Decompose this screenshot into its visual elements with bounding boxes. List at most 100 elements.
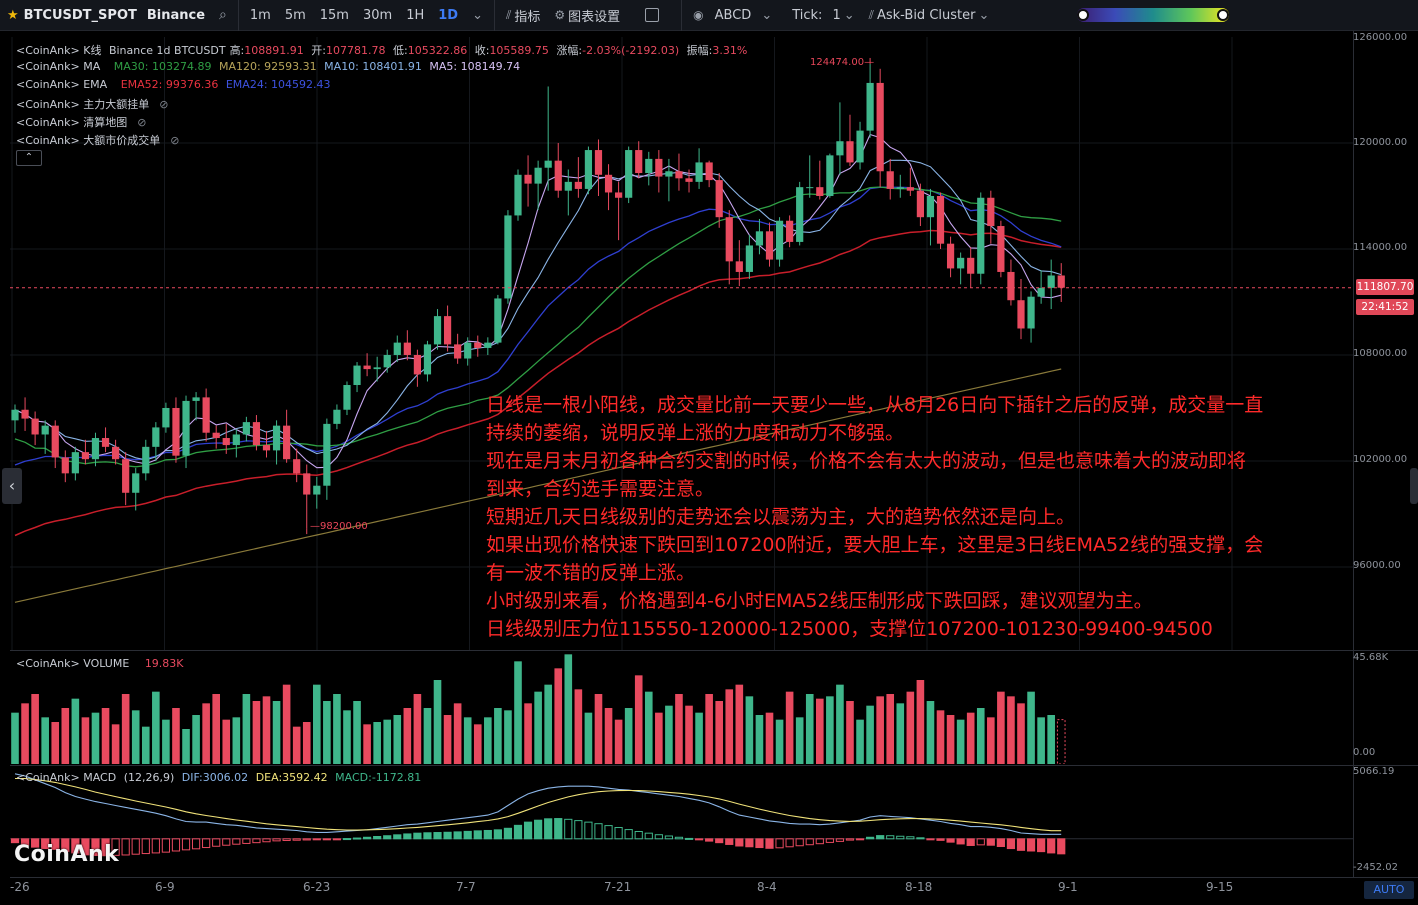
macd-histogram-bar [453,831,462,840]
ema24-value: EMA24: 104592.43 [225,78,331,91]
volume-bar [152,691,160,764]
chevron-down-icon: ⌄ [843,7,855,23]
candle-body [423,344,432,375]
toolbar-divider [237,0,239,31]
volume-bar [534,691,542,764]
candle-body [252,422,261,446]
volume-bar [795,717,804,764]
layout-selector[interactable]: ◉ ABCD ⌄ [686,0,779,31]
macd-histogram-bar [725,838,734,845]
candle-body [665,171,673,177]
annotation-line: 有一波不错的反弹上涨。 [486,562,696,584]
candle-body [242,422,250,435]
candle-body [625,150,633,198]
hidden-indicator-orderbook[interactable]: <CoinAnk> 主力大额挂单 ⊘ [16,96,172,112]
fullscreen-button[interactable] [627,0,677,31]
volume-bar [695,712,703,764]
annotation-line: 如果出现价格快速下跌回到107200附近，要大胆上车，这里是3日线EMA52线的… [486,534,1264,556]
macd-hist: MACD:-1172.81 [335,771,422,784]
volume-tick: 45.68K [1353,652,1389,663]
candle-body [283,425,291,460]
slider-handle-right[interactable] [1217,9,1229,21]
interval-dropdown[interactable]: ⌄ [465,0,490,31]
eye-icon: ◉ [693,8,704,22]
volume-chart[interactable] [10,652,1353,764]
annotation-line: 日线级别压力位115550-120000-125000，支撑位107200-10… [486,618,1213,640]
eye-off-icon[interactable]: ⊘ [170,134,179,147]
macd-histogram-bar [1026,838,1036,852]
candle-body [685,178,693,182]
date-tick: 9-15 [1206,880,1234,894]
slider-handle-left[interactable] [1077,9,1089,21]
macd-histogram-bar [191,838,201,850]
macd-histogram-bar [272,838,281,842]
interval-5m[interactable]: 5m [278,0,313,31]
volume-bar [121,694,130,764]
volume-bar [222,719,231,764]
candle-body [122,459,130,493]
high-marker-value: 124474.00 [810,57,865,68]
pane-divider[interactable] [10,650,1418,651]
cluster-selector[interactable]: ⫽ Ask-Bid Cluster ⌄ [862,0,997,31]
macd-histogram-bar [413,832,422,840]
macd-histogram-bar [202,838,211,849]
scroll-right-button[interactable] [1410,468,1418,504]
chart-settings-button[interactable]: ⚙ 图表设置 [547,0,627,31]
eye-off-icon[interactable]: ⊘ [137,116,146,129]
interval-1m[interactable]: 1m [243,0,278,31]
interval-1h[interactable]: 1H [399,0,431,31]
date-tick: 7-7 [456,880,476,894]
volume-bar [966,712,975,764]
collapse-legend-button[interactable]: ⌃ [16,150,42,166]
volume-bar [393,715,402,764]
candle-body [11,409,19,421]
volume-bar [403,708,412,764]
macd-histogram-bar [363,836,372,840]
macd-histogram-bar [1057,838,1066,855]
symbol-selector[interactable]: ★ BTCUSDT_SPOT Binance ⌕ [0,0,234,31]
ema-legend: <CoinAnk> EMA EMA52: 99376.36 EMA24: 104… [16,78,335,91]
indicators-button[interactable]: ⫽ 指标 [499,0,547,31]
volume-bar [494,708,502,764]
macd-histogram-bar [403,833,412,840]
interval-30m[interactable]: 30m [356,0,399,31]
macd-histogram-bar [513,824,523,840]
tick-selector[interactable]: Tick: 1 ⌄ [785,0,861,31]
eye-off-icon[interactable]: ⊘ [159,98,168,111]
macd-histogram-bar [624,829,633,840]
candle-body [886,171,894,189]
candle-body [293,459,301,474]
price-tick: 102000.00 [1353,454,1408,465]
hidden-indicator-large-trades[interactable]: <CoinAnk> 大额市价成交单 ⊘ [16,132,183,148]
auto-scale-button[interactable]: AUTO [1364,881,1414,899]
macd-histogram-bar [705,838,714,842]
volume-bar [524,703,532,764]
candle-body [645,158,653,174]
macd-legend: <CoinAnk> MACD (12,26,9) DIF:3006.02 DEA… [16,771,425,784]
candle-body [1027,296,1035,329]
date-tick: 7-21 [604,880,632,894]
candle-body [172,407,180,456]
candle-body [474,342,482,348]
chevron-down-icon: ⌄ [472,7,483,23]
scroll-left-button[interactable]: ‹ [2,468,22,504]
chevron-down-icon: ⌄ [978,7,990,23]
volume-bar [1047,715,1055,764]
volume-bar [735,684,744,764]
candle-body [464,342,472,359]
amplitude-value: 3.31% [712,44,748,57]
search-icon[interactable]: ⌕ [219,7,227,23]
hidden-indicator-liquidation[interactable]: <CoinAnk> 清算地图 ⊘ [16,114,150,130]
macd-tick: 5066.19 [1353,766,1395,777]
hidden-indicator-label: <CoinAnk> 清算地图 [16,116,128,129]
open-value: 107781.78 [326,44,386,57]
interval-15m[interactable]: 15m [313,0,356,31]
candle-body [403,342,411,355]
interval-1d[interactable]: 1D [431,0,465,31]
candle-body [866,82,874,131]
volume-bar [705,694,713,764]
favorite-star-icon[interactable]: ★ [7,8,19,23]
macd-histogram-bar [1006,838,1016,850]
pane-divider[interactable] [10,765,1418,766]
heatmap-color-slider[interactable] [1077,8,1229,22]
